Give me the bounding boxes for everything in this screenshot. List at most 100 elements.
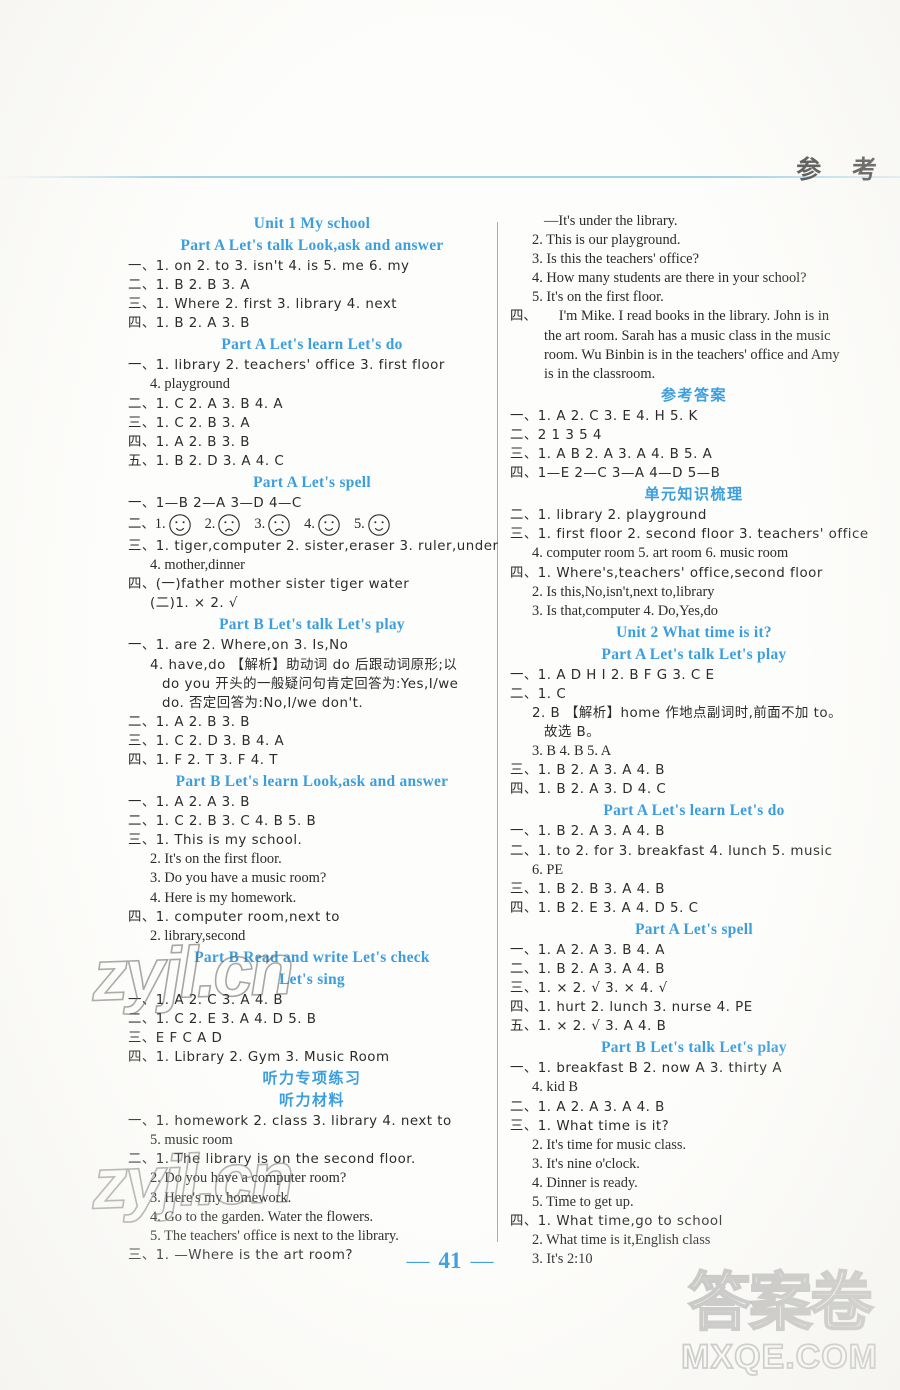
answer-line: 二、1. A 2. A 3. A 4. B bbox=[510, 1099, 665, 1115]
answer-line: 5. It's on the first floor. bbox=[532, 289, 664, 306]
answer-line: 四、1—E 2—C 3—A 4—D 5—B bbox=[510, 466, 721, 482]
answer-line: is in the classroom. bbox=[544, 365, 656, 382]
section-heading-cn: 听力材料 bbox=[278, 1091, 345, 1110]
right-answer-column: —It's under the library. 2. This is our p… bbox=[510, 212, 878, 1269]
page-number: — 41 — bbox=[0, 1248, 900, 1274]
answer-line: 5. music room bbox=[150, 1132, 233, 1149]
section-heading-cn: 参考答案 bbox=[660, 385, 727, 404]
answer-line: 6. PE bbox=[532, 861, 564, 878]
answer-line: 三、1. This is my school. bbox=[128, 833, 303, 849]
answer-line: 一、1. A 2. C 3. E 4. H 5. K bbox=[510, 408, 698, 424]
face-answer-number: 5. bbox=[353, 516, 365, 533]
face-answer-item: 3. bbox=[254, 513, 291, 537]
answer-line: 二、1. B 2. B 3. A bbox=[128, 278, 250, 294]
answer-line: 3. Do you have a music room? bbox=[150, 870, 327, 887]
answer-line: 5. Time to get up. bbox=[532, 1194, 634, 1211]
answer-line: 五、1. × 2. √ 3. A 4. B bbox=[510, 1019, 667, 1035]
section-heading-cn: 听力专项练习 bbox=[262, 1069, 362, 1088]
section-heading: Part A Let's spell bbox=[253, 473, 371, 491]
answer-line: 四、1. computer room,next to bbox=[128, 909, 340, 925]
answer-line: 2. It's time for music class. bbox=[532, 1136, 687, 1153]
answer-line: 4. computer room 5. art room 6. music ro… bbox=[532, 545, 789, 562]
answer-item-text: I'm Mike. I read books in the library. J… bbox=[558, 308, 830, 325]
answer-line: 一、1. B 2. A 3. A 4. B bbox=[510, 824, 665, 840]
answer-line: 四、1. What time,go to school bbox=[510, 1214, 723, 1230]
answer-line: 四、1. B 2. A 3. D 4. C bbox=[510, 782, 667, 798]
answer-paragraph-line: 四、 I'm Mike. I read books in the library.… bbox=[510, 307, 878, 326]
answer-line: 三、1. first floor 2. second floor 3. teac… bbox=[510, 527, 869, 543]
answer-line: 二、1. to 2. for 3. breakfast 4. lunch 5. … bbox=[510, 843, 833, 859]
answer-line: 3. B 4. B 5. A bbox=[532, 743, 612, 760]
answer-line: 四、1. B 2. E 3. A 4. D 5. C bbox=[510, 900, 699, 916]
page-number-dash-right: — bbox=[470, 1248, 494, 1273]
answer-line: 四、(一)father mother sister tiger water bbox=[128, 577, 410, 593]
page-header-title: 参 考 bbox=[796, 155, 888, 184]
answer-line: 4. have,do 【解析】助动词 do 后跟动词原形;以 bbox=[150, 657, 458, 673]
answer-line: do you 开头的一般疑问句肯定回答为:Yes,I/we bbox=[162, 676, 459, 692]
answer-row-label: 二、 bbox=[128, 517, 155, 533]
answer-line: 四、1. A 2. B 3. B bbox=[128, 434, 250, 450]
answer-line: 一、1. A 2. A 3. B bbox=[128, 795, 250, 811]
face-answer-item: 5. bbox=[354, 513, 391, 537]
section-heading: Part B Let's talk Let's play bbox=[219, 616, 405, 634]
answer-line: 三、1. Where 2. first 3. library 4. next bbox=[128, 297, 398, 313]
face-answer-item: 4. bbox=[304, 513, 341, 537]
answer-line: 二、1. C bbox=[510, 686, 567, 702]
answer-line: 三、1. C 2. B 3. A bbox=[128, 415, 251, 431]
answer-line: 四、1. Library 2. Gym 3. Music Room bbox=[128, 1050, 390, 1066]
answer-line: 4. mother,dinner bbox=[150, 557, 245, 574]
answer-line: 一、1. A 2. C 3. A 4. B bbox=[128, 992, 284, 1008]
watermark-mxqe-domain: MXQE.COM bbox=[680, 1337, 878, 1377]
face-answer-number: 2. bbox=[204, 516, 216, 533]
answer-line: 四、1. Where's,teachers' office,second flo… bbox=[510, 565, 823, 581]
header-divider-rule bbox=[0, 176, 900, 178]
answer-line: do. 否定回答为:No,I/we don't. bbox=[162, 695, 364, 711]
section-heading: Let's sing bbox=[279, 970, 345, 988]
answer-line: 二、2 1 3 5 4 bbox=[510, 427, 602, 443]
face-answer-number: 3. bbox=[254, 516, 266, 533]
section-heading: Part A Let's learn Let's do bbox=[221, 336, 403, 354]
answer-line: 四、1. hurt 2. lunch 3. nurse 4. PE bbox=[510, 1000, 753, 1016]
answer-line: 一、1. A 2. A 3. B 4. A bbox=[510, 942, 665, 958]
answer-line: 三、1. tiger,computer 2. sister,eraser 3. … bbox=[128, 539, 499, 555]
answer-line: 三、1. C 2. D 3. B 4. A bbox=[128, 733, 285, 749]
answer-line: the art room. Sarah has a music class in… bbox=[544, 327, 831, 344]
answer-line: 一、1. breakfast B 2. now A 3. thirty A bbox=[510, 1061, 782, 1077]
answer-line: 2. This is our playground. bbox=[532, 232, 681, 249]
answer-line: 一、1. homework 2. class 3. library 4. nex… bbox=[128, 1114, 452, 1130]
answer-line: 2. Is this,No,isn't,next to,library bbox=[532, 583, 715, 600]
face-answer-number: 4. bbox=[304, 516, 315, 533]
answer-line: 三、E F C A D bbox=[128, 1031, 223, 1046]
answer-line: 四、1. B 2. A 3. B bbox=[128, 316, 250, 332]
smiley-face-icon bbox=[168, 513, 192, 537]
answer-line: 4. Dinner is ready. bbox=[532, 1174, 638, 1191]
page-number-dash-left: — bbox=[406, 1248, 430, 1273]
answer-line: 一、1. library 2. teachers' office 3. firs… bbox=[128, 358, 445, 374]
answer-line: —It's under the library. bbox=[544, 213, 678, 229]
watermark-mxqe-cn: 答案卷 bbox=[687, 1266, 874, 1339]
section-heading: Part B Let's talk Let's play bbox=[601, 1039, 787, 1057]
answer-line: 一、1. are 2. Where,on 3. Is,No bbox=[128, 638, 349, 654]
answer-line: 二、1. C 2. B 3. C 4. B 5. B bbox=[128, 814, 317, 830]
face-answer-number: 1. bbox=[154, 516, 166, 533]
answer-line: 3. Is that,computer 4. Do,Yes,do bbox=[532, 602, 719, 619]
answer-line: 3. Is this the teachers' office? bbox=[532, 251, 699, 268]
answer-line: 2. library,second bbox=[150, 927, 246, 944]
answer-line: 二、1. The library is on the second floor. bbox=[128, 1152, 416, 1168]
answer-line: 2. It's on the first floor. bbox=[150, 851, 282, 868]
answer-line: 三、1. × 2. √ 3. × 4. √ bbox=[510, 981, 668, 997]
answer-line: 4. How many students are there in your s… bbox=[532, 270, 807, 287]
answer-line: 4. Here is my homework. bbox=[150, 889, 297, 906]
answer-line: 一、1—B 2—A 3—D 4—C bbox=[128, 495, 302, 511]
answer-line: 5. The teachers' office is next to the l… bbox=[150, 1227, 399, 1244]
answer-line: 2. B 【解析】home 作地点副词时,前面不加 to。 bbox=[532, 705, 843, 721]
answer-line: 二、1. C 2. E 3. A 4. D 5. B bbox=[128, 1011, 317, 1027]
answer-line: 二、1. B 2. A 3. A 4. B bbox=[510, 962, 665, 977]
answer-line: 3. Here's my homework. bbox=[150, 1189, 292, 1206]
section-heading: Unit 2 What time is it? bbox=[616, 623, 772, 641]
answer-line: 三、1. B 2. A 3. A 4. B bbox=[510, 763, 665, 779]
answer-line: 4. Go to the garden. Water the flowers. bbox=[150, 1208, 374, 1225]
left-answer-column: Unit 1 My school Part A Let's talk Look,a… bbox=[128, 212, 499, 1265]
answer-line: room. Wu Binbin is in the teachers' offi… bbox=[544, 346, 840, 363]
sad-face-icon bbox=[267, 513, 291, 537]
